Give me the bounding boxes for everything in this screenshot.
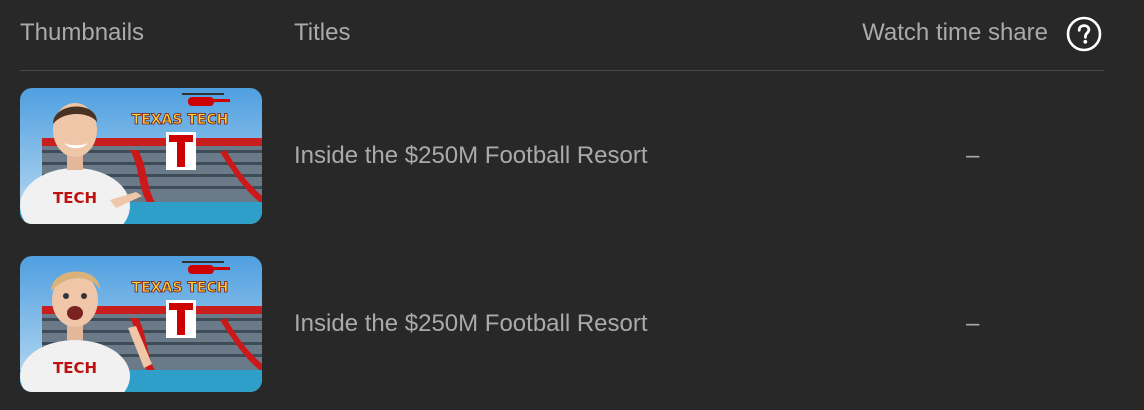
titles-column-header: Titles <box>294 19 351 46</box>
table-row: TEXAS TECH TECH Inside the $250M Footbal… <box>20 88 1104 224</box>
test-and-compare-table: Thumbnails Titles Watch time share TEXAS… <box>0 0 1144 410</box>
thumbnails-column-header: Thumbnails <box>20 19 145 46</box>
watch-time-share-value: – <box>966 142 980 169</box>
video-thumbnail[interactable]: TEXAS TECH TECH <box>20 256 262 392</box>
watch-time-share-column-header: Watch time share <box>862 19 1048 46</box>
thumbnail-sign-text: TEXAS TECH <box>132 280 229 296</box>
thumbnail-sign-text: TEXAS TECH <box>132 112 229 128</box>
video-title[interactable]: Inside the $250M Football Resort <box>294 310 648 338</box>
table-header: Thumbnails Titles Watch time share <box>20 0 1104 71</box>
watch-time-share-value: – <box>966 310 980 337</box>
video-title[interactable]: Inside the $250M Football Resort <box>294 142 648 170</box>
thumbnail-shirt-text: TECH <box>53 189 97 207</box>
thumbnail-shirt-text: TECH <box>53 359 97 377</box>
table-row: TEXAS TECH TECH Inside the $250M Footbal… <box>20 256 1104 392</box>
video-thumbnail[interactable]: TEXAS TECH TECH <box>20 88 262 224</box>
help-icon[interactable] <box>1066 16 1102 52</box>
